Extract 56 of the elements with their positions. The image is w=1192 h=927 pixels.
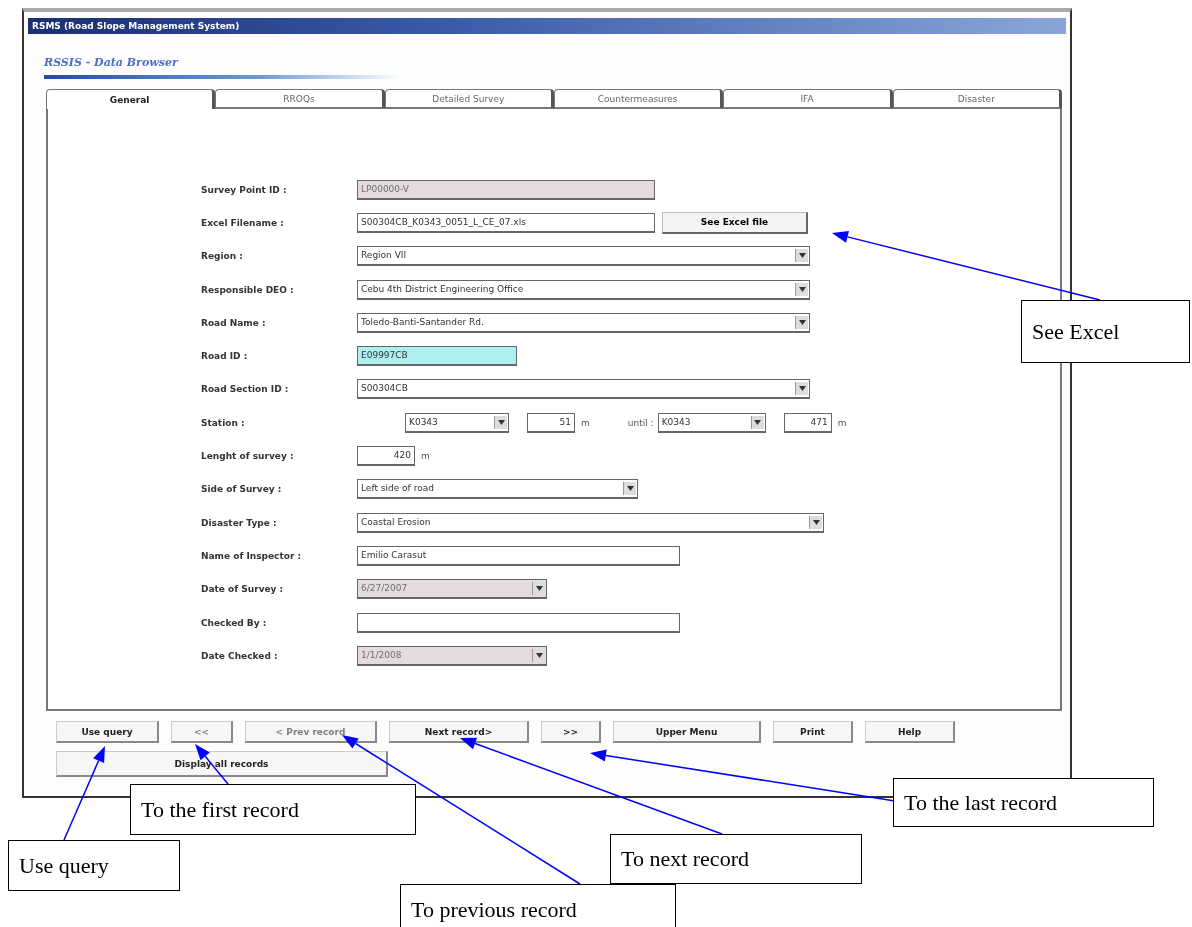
field-label: Excel Filename : [201, 217, 285, 228]
nav-button[interactable]: Use query [56, 721, 159, 743]
number-field[interactable]: 51 [527, 412, 575, 433]
number-field[interactable]: 471 [783, 412, 832, 433]
tab[interactable]: Countermeasures [554, 89, 724, 109]
until-label: until : [627, 417, 654, 428]
annotation-callout: To next record [610, 834, 862, 884]
field-label: Road Section ID : [201, 384, 290, 395]
field-label: Station : [201, 417, 246, 428]
annotation-callout: See Excel [1021, 300, 1190, 363]
dropdown[interactable]: Coastal Erosion [357, 512, 824, 533]
field-label: Checked By : [201, 617, 268, 628]
nav-button[interactable]: Print [773, 721, 853, 743]
dropdown[interactable]: K0343 [657, 412, 766, 433]
field-label: Date of Survey : [201, 584, 285, 595]
page-heading: RSSIS - Data Browser [44, 56, 178, 69]
unit-label: m [421, 451, 430, 461]
dropdown[interactable]: Toledo-Banti-Santander Rd. [357, 312, 810, 333]
text-field[interactable]: Emilio Carasut [357, 545, 680, 566]
text-field[interactable] [357, 612, 680, 633]
field-label: Side of Survey : [201, 484, 283, 495]
dropdown[interactable]: Left side of road [357, 479, 638, 500]
field-label: Road Name : [201, 317, 267, 328]
field-label: Disaster Type : [201, 517, 278, 528]
field-label: Responsible DEO : [201, 284, 295, 295]
annotation-callout: To the last record [893, 778, 1154, 827]
tab[interactable]: IFA [723, 89, 893, 109]
tab[interactable]: RROQs [215, 89, 385, 109]
nav-button[interactable]: >> [541, 721, 601, 743]
annotation-callout: To the first record [130, 784, 416, 835]
dropdown[interactable]: Cebu 4th District Engineering Office [357, 279, 810, 300]
number-field[interactable]: 420 [357, 446, 415, 466]
display-all-button[interactable]: Display all records [56, 751, 388, 777]
annotation-callout: To previous record [400, 884, 676, 927]
filename-field[interactable]: S00304CB_K0343_0051_L_CE_07.xls [357, 212, 655, 233]
unit-label: m [581, 417, 590, 428]
unit-label: m [837, 417, 847, 428]
field-label: Region : [201, 251, 244, 262]
see-excel-button[interactable]: See Excel file [662, 211, 808, 234]
field-label: Road ID : [201, 351, 249, 362]
tab[interactable]: Detailed Survey [384, 89, 554, 109]
nav-button[interactable]: Upper Menu [613, 721, 761, 743]
text-field[interactable]: E09997CB [357, 346, 517, 367]
field-label: Date Checked : [201, 650, 279, 661]
dropdown[interactable]: S00304CB [357, 379, 810, 400]
field-label: Name of Inspector : [201, 550, 303, 561]
dropdown[interactable]: Region VII [357, 246, 810, 267]
tab[interactable]: General [46, 89, 216, 109]
window-title: RSMS (Road Slope Management System) [28, 18, 1066, 34]
dropdown[interactable]: K0343 [405, 412, 509, 433]
tab[interactable]: Disaster [892, 89, 1062, 109]
annotation-callout: Use query [8, 840, 180, 891]
nav-button[interactable]: Next record> [389, 721, 529, 743]
nav-button[interactable]: Help [865, 721, 955, 743]
field-label: Survey Point ID : [201, 184, 288, 195]
field-label: Lenght of survey : [201, 451, 295, 461]
